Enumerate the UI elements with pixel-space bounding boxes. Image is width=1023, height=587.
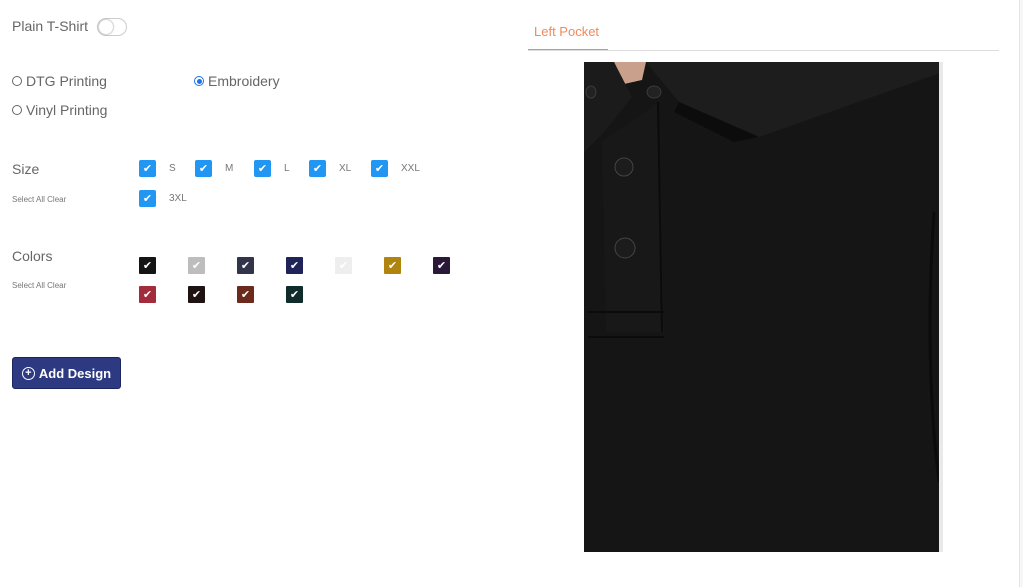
- color-swatch[interactable]: ✔: [188, 257, 205, 274]
- color-swatch[interactable]: ✔: [188, 286, 205, 303]
- tab-divider: [528, 50, 999, 51]
- size-label: L: [284, 163, 290, 174]
- toggle-knob: [99, 20, 113, 34]
- size-title: Size: [12, 161, 40, 177]
- checkmark-icon[interactable]: ✔: [371, 160, 388, 177]
- radio-dot[interactable]: [194, 76, 204, 86]
- shirt-preview-image: [584, 62, 943, 552]
- color-swatch[interactable]: ✔: [335, 257, 352, 274]
- checkmark-icon[interactable]: ✔: [309, 160, 326, 177]
- color-swatch[interactable]: ✔: [433, 257, 450, 274]
- checkmark-icon[interactable]: ✔: [139, 190, 156, 207]
- size-select-all-link[interactable]: Select All: [12, 195, 45, 204]
- size-label: XL: [339, 163, 352, 174]
- color-swatch[interactable]: ✔: [139, 257, 156, 274]
- plain-tshirt-label: Plain T-Shirt: [12, 18, 88, 34]
- checkmark-icon[interactable]: ✔: [139, 160, 156, 177]
- radio-label: DTG Printing: [26, 73, 107, 89]
- radio-dtg-printing[interactable]: DTG Printing: [12, 73, 107, 89]
- size-option-3xl[interactable]: ✔ 3XL: [139, 190, 187, 207]
- checkmark-icon[interactable]: ✔: [254, 160, 271, 177]
- radio-dot[interactable]: [12, 105, 22, 115]
- add-design-label: Add Design: [38, 365, 112, 381]
- colors-clear-link[interactable]: Clear: [47, 281, 66, 290]
- size-option-xl[interactable]: ✔ XL: [309, 160, 351, 177]
- size-option-xxl[interactable]: ✔ XXL: [371, 160, 420, 177]
- scrollbar[interactable]: [1019, 0, 1023, 587]
- size-label: S: [169, 163, 176, 174]
- colors-select-clear: Select All Clear: [12, 281, 66, 290]
- colors-select-all-link[interactable]: Select All: [12, 281, 45, 290]
- radio-dot[interactable]: [12, 76, 22, 86]
- colors-title: Colors: [12, 248, 53, 264]
- tab-left-pocket[interactable]: Left Pocket: [528, 22, 608, 50]
- size-label: 3XL: [169, 193, 187, 204]
- color-swatch[interactable]: ✔: [139, 286, 156, 303]
- size-select-clear: Select All Clear: [12, 195, 66, 204]
- checkmark-icon[interactable]: ✔: [195, 160, 212, 177]
- add-design-button[interactable]: + Add Design: [12, 357, 121, 389]
- plus-circle-icon: +: [21, 366, 35, 380]
- radio-label: Vinyl Printing: [26, 102, 108, 118]
- size-clear-link[interactable]: Clear: [47, 195, 66, 204]
- polo-shirt-illustration: [584, 62, 943, 552]
- radio-embroidery[interactable]: Embroidery: [194, 73, 280, 89]
- size-option-l[interactable]: ✔ L: [254, 160, 290, 177]
- radio-vinyl-printing[interactable]: Vinyl Printing: [12, 102, 107, 118]
- size-label: M: [225, 163, 234, 174]
- size-option-s[interactable]: ✔ S: [139, 160, 176, 177]
- color-swatch[interactable]: ✔: [286, 286, 303, 303]
- size-label: XXL: [401, 163, 420, 174]
- color-swatch[interactable]: ✔: [384, 257, 401, 274]
- radio-label: Embroidery: [208, 73, 280, 89]
- plain-tshirt-toggle[interactable]: [97, 18, 127, 36]
- color-swatch[interactable]: ✔: [237, 286, 254, 303]
- color-swatch[interactable]: ✔: [286, 257, 303, 274]
- color-swatch[interactable]: ✔: [237, 257, 254, 274]
- size-option-m[interactable]: ✔ M: [195, 160, 233, 177]
